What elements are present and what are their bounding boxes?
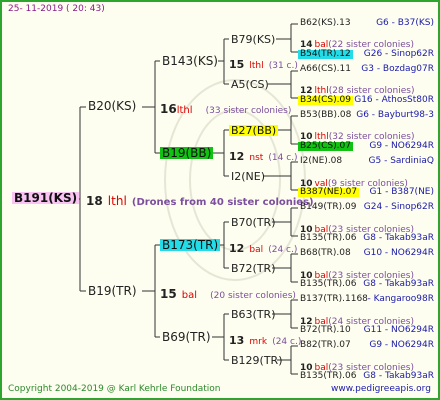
queen-gen5: B53(BB).08 xyxy=(300,110,352,121)
queen-gen5-code: G9 - NO6294R xyxy=(369,140,434,151)
queen-gen5-code: G11 - NO6294R xyxy=(363,325,434,335)
mate-note: (33 sister colonies) xyxy=(205,106,292,116)
mate-note: (14 c.) xyxy=(268,153,298,163)
mate-note: (31 c.) xyxy=(268,61,298,71)
mate-number: 16 xyxy=(160,102,177,116)
queen-gen5-code: G9 - NO6294R xyxy=(369,340,434,351)
queen-gen5-code: G10 - NO6294R xyxy=(363,248,434,259)
mate-note: (24 c.) xyxy=(272,337,302,347)
queen-gen4: B63(TR) xyxy=(231,308,276,321)
queen-gen4: B129(TR) xyxy=(231,354,283,367)
queen-gen1: B191(KS) xyxy=(12,191,80,205)
mate-abbr: lthl xyxy=(107,194,127,208)
queen-gen5: B62(KS).13 xyxy=(300,18,351,28)
mate-abbr: mrk xyxy=(249,337,268,347)
queen-gen5: B54(TR).12 xyxy=(298,48,353,59)
mate-note: (24 c.) xyxy=(268,245,298,255)
mate-abbr: bal xyxy=(181,290,198,301)
queen-gen5-code: G16 - AthosSt80R xyxy=(354,94,434,105)
queen-gen5: A66(CS).11 xyxy=(300,64,351,75)
mate-number: 15 xyxy=(229,58,245,71)
gen2-b-mate: 15 bal (20 sister colonies) xyxy=(160,285,296,301)
queen-gen5: B137(TR).1168 xyxy=(300,294,368,305)
copyright-text: Copyright 2004-2019 @ Karl Kehrle Founda… xyxy=(8,384,221,394)
queen-gen3-c: B173(TR) xyxy=(160,238,221,252)
queen-gen5: I2(NE).08 xyxy=(300,156,343,167)
mate-number: 18 xyxy=(86,194,103,208)
queen-gen5: B135(TR).06 xyxy=(300,232,357,243)
queen-gen5-code: G1 - B387(NE) xyxy=(369,186,434,197)
queen-gen4: B70(TR) xyxy=(231,216,276,229)
gen3-b-mate: 12 nst (14 c.) xyxy=(229,147,298,163)
queen-gen5-code: - Kangaroo98R xyxy=(367,294,434,305)
queen-gen4: B27(BB) xyxy=(229,124,279,137)
gen1-mate: 18 lthl (Drones from 40 sister colonies) xyxy=(86,192,314,208)
queen-gen5: B72(TR).10 xyxy=(300,325,351,335)
queen-gen5: B387(NE).07 xyxy=(298,186,360,197)
queen-gen3-d: B69(TR) xyxy=(162,330,211,344)
queen-gen5-code: G6 - Bayburt98-3 xyxy=(356,110,434,121)
mate-number: 12 xyxy=(229,242,245,255)
queen-gen5-code: G8 - Takab93aR xyxy=(363,232,434,243)
mate-abbr: lthl xyxy=(176,105,193,116)
queen-gen4: A5(CS) xyxy=(231,78,269,91)
mate-number: 13 xyxy=(229,334,245,347)
site-link[interactable]: www.pedigreeapis.org xyxy=(331,385,431,394)
queen-gen5-code: G5 - SardiniaQ xyxy=(368,156,434,167)
mate-note: (Drones from 40 sister colonies) xyxy=(131,197,314,208)
mate-number: 12 xyxy=(229,150,245,163)
queen-gen5-code: G8 - Takab93aR xyxy=(363,278,434,289)
queen-gen5-code: G8 - Takab93aR xyxy=(363,371,434,382)
queen-gen5-code: G24 - Sinop62R xyxy=(363,202,434,213)
queen-gen5: B135(TR).06 xyxy=(300,278,357,289)
queen-gen3-b: B19(BB) xyxy=(160,146,214,160)
mate-abbr: lthl xyxy=(249,61,264,71)
mate-abbr: nst xyxy=(249,153,264,163)
queen-gen5: B25(CS).07 xyxy=(298,140,353,151)
gen5-mate: 14 bal(22 sister colonies) xyxy=(300,34,414,50)
mate-abbr: bal xyxy=(249,245,264,255)
gen2-a-mate: 16lthl (33 sister colonies) xyxy=(160,100,291,116)
queen-gen5: B82(TR).07 xyxy=(300,340,351,351)
queen-gen5-code: G26 - Sinop62R xyxy=(363,48,434,59)
queen-gen5: B135(TR).06 xyxy=(300,371,357,382)
queen-gen4: B72(TR) xyxy=(231,262,276,275)
gen3-d-mate: 13 mrk (24 c.) xyxy=(229,331,301,347)
mate-note: (20 sister colonies) xyxy=(210,291,296,301)
mate-number: 15 xyxy=(160,287,177,301)
queen-gen2-b: B19(TR) xyxy=(88,284,137,298)
queen-gen5-code: G3 - Bozdag07R xyxy=(361,64,434,75)
queen-gen4: I2(NE) xyxy=(231,170,266,183)
gen3-c-mate: 12 bal (24 c.) xyxy=(229,239,297,255)
gen3-a-mate: 15 lthl (31 c.) xyxy=(229,55,298,71)
gen5-mate: 12 lthl(28 sister colonies) xyxy=(300,80,415,96)
queen-gen3-a: B143(KS) xyxy=(162,54,218,68)
date-stamp: 25- 11-2019 ( 20: 43) xyxy=(8,4,105,14)
queen-gen5-code: G6 - B37(KS) xyxy=(376,18,434,28)
queen-gen5: B149(TR).09 xyxy=(300,202,357,213)
queen-gen4: B79(KS) xyxy=(231,33,276,46)
queen-gen5: B68(TR).08 xyxy=(300,248,351,259)
queen-gen5: B34(CS).09 xyxy=(298,94,353,105)
queen-gen2-a: B20(KS) xyxy=(88,99,137,113)
